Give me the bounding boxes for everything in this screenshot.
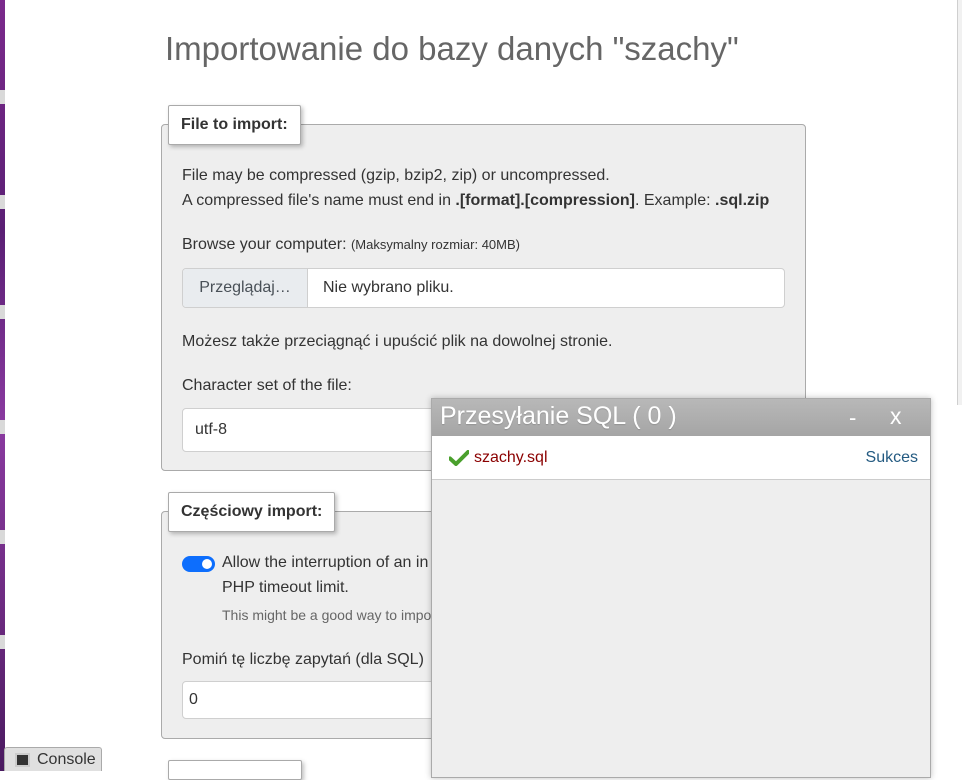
edge-tick bbox=[0, 420, 5, 434]
allow-interrupt-label-line1: Allow the interruption of an in bbox=[222, 554, 429, 571]
left-window-edge bbox=[0, 0, 5, 771]
file-name-display: Nie wybrano pliku. bbox=[323, 279, 454, 296]
console-tab[interactable]: Console bbox=[4, 747, 102, 771]
partial-import-legend: Częściowy import: bbox=[168, 492, 336, 532]
skip-queries-label: Pomiń tę liczbę zapytań (dla SQL) bbox=[182, 651, 424, 668]
allow-interrupt-toggle[interactable] bbox=[182, 556, 215, 572]
scrollbar-edge[interactable] bbox=[957, 0, 962, 405]
charset-label: Character set of the file: bbox=[182, 377, 352, 394]
charset-select[interactable]: utf-8 bbox=[182, 408, 442, 452]
browse-label: Browse your computer: (Maksymalny rozmia… bbox=[182, 236, 520, 253]
edge-tick bbox=[0, 530, 5, 544]
file-import-legend: File to import: bbox=[168, 105, 301, 145]
file-input[interactable]: Przeglądaj… Nie wybrano pliku. bbox=[182, 268, 785, 308]
upload-row: szachy.sql Sukces bbox=[432, 436, 930, 480]
upload-status: Sukces bbox=[865, 449, 918, 466]
edge-tick bbox=[0, 305, 5, 319]
upload-dialog[interactable]: Przesyłanie SQL ( 0 ) - x szachy.sql Suk… bbox=[431, 398, 931, 778]
uploaded-file-link[interactable]: szachy.sql bbox=[474, 449, 548, 467]
drag-drop-hint: Możesz także przeciągnąć i upuścić plik … bbox=[182, 333, 613, 350]
compression-note-line2: A compressed file's name must end in .[f… bbox=[182, 192, 770, 209]
skip-queries-input[interactable]: 0 bbox=[182, 681, 442, 719]
edge-tick bbox=[0, 195, 5, 209]
minimize-button[interactable]: - bbox=[849, 405, 856, 431]
console-label: Console bbox=[37, 750, 96, 768]
max-size-note: (Maksymalny rozmiar: 40MB) bbox=[350, 237, 520, 252]
allow-interrupt-label-line2: PHP timeout limit. bbox=[222, 579, 349, 596]
edge-tick bbox=[0, 90, 5, 104]
next-section-legend bbox=[168, 760, 302, 780]
page-title: Importowanie do bazy danych "szachy" bbox=[165, 30, 739, 67]
console-icon bbox=[15, 752, 30, 767]
dialog-title: Przesyłanie SQL ( 0 ) bbox=[440, 402, 677, 430]
check-icon bbox=[449, 450, 469, 466]
dialog-header[interactable]: Przesyłanie SQL ( 0 ) - x bbox=[432, 399, 930, 436]
compression-note-line1: File may be compressed (gzip, bzip2, zip… bbox=[182, 167, 610, 184]
edge-tick bbox=[0, 635, 5, 649]
toggle-knob bbox=[202, 559, 212, 569]
browse-button[interactable]: Przeglądaj… bbox=[183, 269, 308, 307]
close-button[interactable]: x bbox=[890, 403, 902, 430]
interrupt-note: This might be a good way to impo bbox=[222, 607, 432, 623]
